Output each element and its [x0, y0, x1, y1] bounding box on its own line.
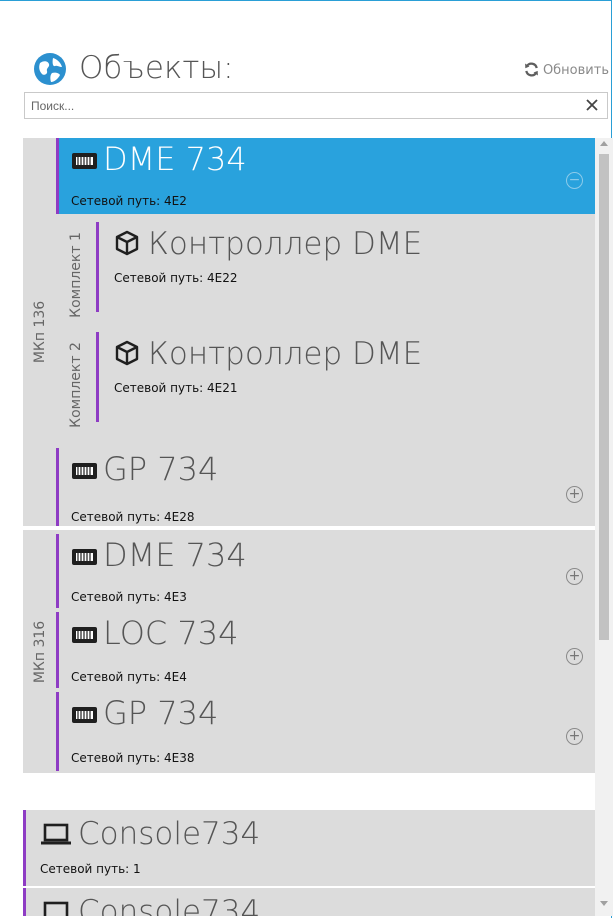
refresh-button[interactable]: Обновить [524, 62, 609, 78]
plus-circle-icon: + [568, 568, 581, 584]
network-path: Сетевой путь: 4E28 [71, 510, 195, 524]
cube-icon [115, 230, 139, 256]
group-label: МКп 136 [31, 300, 48, 364]
plus-circle-icon: + [568, 648, 581, 664]
controller-card-dme-1[interactable]: Контроллер DME Сетевой путь: 4E22 [96, 222, 595, 312]
expand-button[interactable]: + [566, 728, 583, 745]
device-card-gp-734[interactable]: GP 734 Сетевой путь: 4E38 + [56, 692, 595, 771]
device-name: DME 734 [103, 140, 247, 178]
kit-label: Комплект 1 [68, 232, 84, 318]
plus-circle-icon: + [568, 728, 581, 744]
network-path: Сетевой путь: 4E38 [71, 751, 195, 765]
controller-name: Контроллер DME [148, 226, 423, 262]
sub-kits: Комплект 1 Контроллер DME Сетевой путь: … [56, 220, 595, 440]
minus-circle-icon: − [568, 172, 581, 188]
device-name: DME 734 [103, 536, 247, 574]
page-title: Объекты: [79, 50, 234, 86]
close-icon[interactable] [583, 96, 601, 114]
device-card-dme-734[interactable]: DME 734 Сетевой путь: 4E2 − [56, 138, 595, 214]
cube-icon [115, 340, 139, 366]
globe-icon [34, 53, 66, 85]
console-name: Console734 [78, 816, 261, 852]
device-card-loc-734[interactable]: LOC 734 Сетевой путь: 4E4 + [56, 612, 595, 688]
refresh-icon [525, 62, 538, 77]
device-chip-icon [72, 707, 97, 723]
network-path: Сетевой путь: 4E21 [114, 381, 238, 395]
laptop-icon [43, 901, 69, 916]
vertical-scrollbar[interactable] [595, 138, 613, 916]
device-card-gp-734[interactable]: GP 734 Сетевой путь: 4E28 + [56, 448, 595, 526]
device-name: LOC 734 [103, 614, 239, 652]
search-input[interactable] [25, 93, 592, 118]
console-card[interactable]: Console734 Сетевой путь: 1 [23, 810, 595, 886]
laptop-icon [41, 823, 71, 845]
network-path: Сетевой путь: 4E2 [71, 194, 187, 208]
controller-name: Контроллер DME [148, 336, 423, 372]
network-path: Сетевой путь: 1 [40, 862, 141, 876]
group-label: МКп 316 [31, 620, 48, 683]
network-path: Сетевой путь: 4E4 [71, 670, 187, 684]
object-tree: МКп 136 DME 734 Сетевой путь: 4E2 − Комп… [23, 138, 595, 916]
console-name: Console734 [78, 894, 261, 916]
expand-button[interactable]: + [566, 486, 583, 503]
network-path: Сетевой путь: 4E22 [114, 271, 238, 285]
plus-circle-icon: + [568, 486, 581, 502]
device-name: GP 734 [103, 450, 219, 488]
console-card[interactable]: Console734 [23, 888, 595, 916]
scroll-down-arrow-icon[interactable] [600, 901, 608, 906]
device-card-dme-734[interactable]: DME 734 Сетевой путь: 4E3 + [56, 534, 595, 608]
group-mkp-136: МКп 136 DME 734 Сетевой путь: 4E2 − Комп… [23, 138, 595, 526]
collapse-button[interactable]: − [566, 172, 583, 189]
device-name: GP 734 [103, 694, 219, 732]
expand-button[interactable]: + [566, 568, 583, 585]
objects-header: Объекты: Обновить [33, 50, 613, 90]
search-box [24, 92, 608, 119]
expand-button[interactable]: + [566, 648, 583, 665]
group-mkp-316: МКп 316 DME 734 Сетевой путь: 4E3 + LOC … [23, 530, 595, 773]
device-chip-icon [72, 153, 97, 169]
device-chip-icon [72, 463, 97, 479]
scrollbar-thumb[interactable] [599, 154, 609, 640]
device-chip-icon [72, 549, 97, 565]
controller-card-dme-2[interactable]: Контроллер DME Сетевой путь: 4E21 [96, 332, 595, 422]
kit-label: Комплект 2 [68, 342, 84, 428]
network-path: Сетевой путь: 4E3 [71, 590, 187, 604]
device-chip-icon [72, 627, 97, 643]
scroll-up-arrow-icon[interactable] [600, 141, 608, 146]
refresh-label: Обновить [542, 63, 609, 78]
